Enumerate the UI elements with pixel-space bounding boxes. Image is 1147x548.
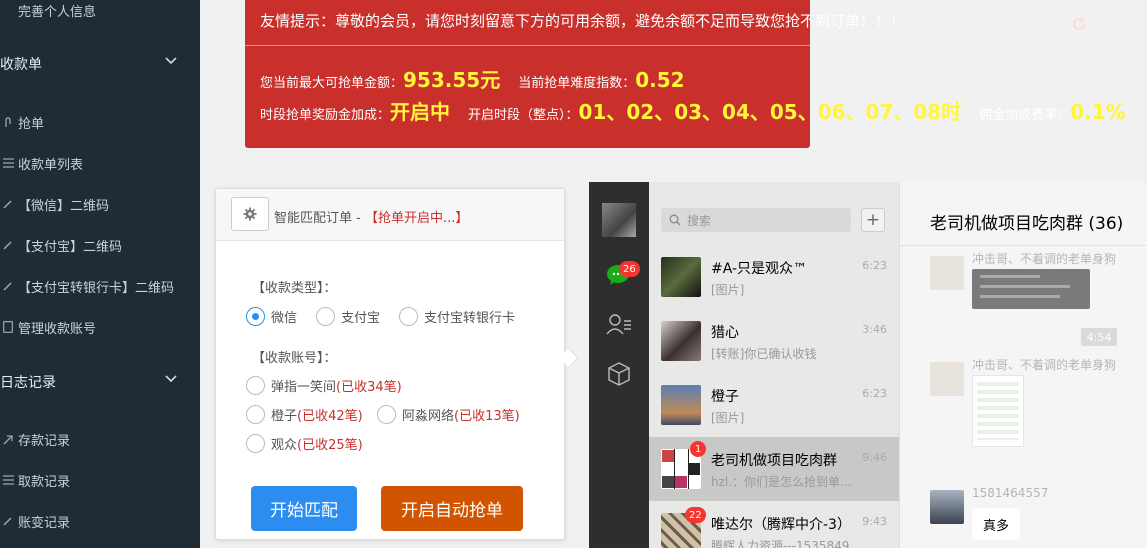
sidebar-item-balance-log[interactable]: 账变记录 xyxy=(0,512,200,531)
conversation-avatar xyxy=(661,321,701,361)
contacts-icon[interactable] xyxy=(606,313,632,335)
conversation-item-selected[interactable]: 1 老司机做项目吃肉群 9:46 hzl.：你们是怎么抢到单... xyxy=(649,437,899,501)
hand-icon xyxy=(2,115,14,129)
auto-grab-button[interactable]: 开启自动抢单 xyxy=(381,486,523,531)
max-amount-value: 953.55元 xyxy=(403,68,501,92)
conversation-item[interactable]: 猎心 3:46 [转账]你已确认收钱 xyxy=(649,309,899,373)
stats-line-1: 您当前最大可抢单金额：953.55元 当前抢单难度指数：0.52 xyxy=(260,68,685,92)
add-chat-button[interactable]: + xyxy=(861,208,885,232)
payment-type-label: 【收款类型】： xyxy=(252,281,337,296)
chat-window-screenshot: 26 搜索 + #A-只是观众™ 6:23 [图片] 猎心 3:46 [转账]你… xyxy=(589,182,1147,548)
radio-unchecked xyxy=(399,307,418,326)
user-avatar xyxy=(602,203,636,237)
conversation-list: 搜索 + #A-只是观众™ 6:23 [图片] 猎心 3:46 [转账]你已确认… xyxy=(649,182,899,548)
period-value: 01、02、03、04、05、06、07、08时 xyxy=(578,100,962,124)
gear-icon xyxy=(243,207,257,221)
arrow-up-right-icon xyxy=(2,432,14,446)
sidebar-section-orders[interactable]: 收款单 xyxy=(0,55,200,73)
radio-unchecked xyxy=(246,405,265,424)
warning-text: 友情提示：尊敬的会员，请您时刻留意下方的可用余额，避免余额不足而导致您抢不到订单… xyxy=(260,12,906,30)
sidebar-section-logs[interactable]: 日志记录 xyxy=(0,373,200,391)
sender-avatar xyxy=(930,362,964,396)
divider xyxy=(245,45,810,46)
conversation-avatar xyxy=(661,385,701,425)
start-match-button[interactable]: 开始匹配 xyxy=(251,486,357,531)
list-icon xyxy=(2,156,14,170)
account-radio-4[interactable]: 观众 (已收25笔) xyxy=(246,434,363,453)
refresh-icon[interactable] xyxy=(1071,16,1087,32)
account-radio-3[interactable]: 阿淼网络 (已收13笔) xyxy=(377,405,520,424)
difficulty-value: 0.52 xyxy=(635,68,685,92)
panel-pointer xyxy=(559,348,579,368)
sidebar-item-grab[interactable]: 抢单 xyxy=(0,113,200,132)
sidebar-item-alipay-bank-qr[interactable]: 【支付宝转银行卡】二维码 xyxy=(0,277,200,296)
sidebar-item-wechat-qr[interactable]: 【微信】二维码 xyxy=(0,195,200,214)
conversation-item[interactable]: 橙子 6:23 [图片] xyxy=(649,373,899,437)
sidebar-item-manage-accounts[interactable]: 管理收款账号 xyxy=(0,318,200,337)
conversation-title: 老司机做项目吃肉群 (36) xyxy=(930,214,1124,234)
sidebar-item-alipay-qr[interactable]: 【支付宝】二维码 xyxy=(0,236,200,255)
radio-unchecked xyxy=(246,376,265,395)
type-radio-alipay[interactable]: 支付宝 xyxy=(316,307,380,326)
grab-status: 【抢单开启中...】 xyxy=(364,211,469,226)
search-icon xyxy=(669,214,681,226)
conversation-pane: 老司机做项目吃肉群 (36) 冲击哥、不着调的老单身狗 4:54 冲击哥、不着调… xyxy=(899,182,1147,548)
unread-badge: 22 xyxy=(685,507,706,523)
text-message[interactable]: 真多 xyxy=(972,508,1020,540)
pencil-icon xyxy=(2,279,14,293)
radio-unchecked xyxy=(316,307,335,326)
radio-checked xyxy=(246,307,265,326)
settings-button[interactable] xyxy=(231,197,269,231)
balance-notice-banner: 友情提示：尊敬的会员，请您时刻留意下方的可用余额，避免余额不足而导致您抢不到订单… xyxy=(245,0,1126,148)
radio-unchecked xyxy=(246,434,265,453)
sidebar-item-withdraw-log[interactable]: 取款记录 xyxy=(0,471,200,490)
smart-match-panel: 智能匹配订单 - 【抢单开启中...】 【收款类型】： 微信 支付宝 支付宝转银… xyxy=(215,188,579,540)
unread-badge: 1 xyxy=(690,441,706,457)
pencil-icon xyxy=(2,514,14,528)
stats-line-2: 时段抢单奖励金加成：开启中 开启时段（整点）：01、02、03、04、05、06、… xyxy=(260,100,1126,124)
chevron-down-icon xyxy=(165,375,177,383)
cube-icon[interactable] xyxy=(607,362,631,386)
sidebar-item-order-list[interactable]: 收款单列表 xyxy=(0,154,200,173)
pencil-icon xyxy=(2,238,14,252)
list-icon xyxy=(2,473,14,487)
chevron-down-icon xyxy=(165,57,177,65)
chat-sidebar-rail: 26 xyxy=(589,182,649,548)
radio-unchecked xyxy=(377,405,396,424)
image-message[interactable] xyxy=(972,375,1024,447)
message-time: 4:54 xyxy=(1081,328,1117,346)
conversation-item[interactable]: #A-只是观众™ 6:23 [图片] xyxy=(649,245,899,309)
pencil-icon xyxy=(2,197,14,211)
panel-title: 智能匹配订单 - 【抢单开启中...】 xyxy=(274,211,469,226)
conversation-avatar xyxy=(661,257,701,297)
sidebar-item-deposit-log[interactable]: 存款记录 xyxy=(0,430,200,449)
commission-value: 0.1% xyxy=(1070,100,1126,124)
document-icon xyxy=(2,320,14,334)
type-radio-alipay-bank[interactable]: 支付宝转银行卡 xyxy=(399,307,515,326)
sidebar: 完善个人信息 收款单 抢单 收款单列表 【微信】二维码 【支付宝】二维码 【支付… xyxy=(0,0,200,548)
image-message[interactable] xyxy=(972,269,1090,309)
conversation-item[interactable]: 22 唯达尔（腾辉中介-3） 9:43 腾辉人力资源---1535849 xyxy=(649,501,899,548)
account-radio-1[interactable]: 弹指一笑间 (已收34笔) xyxy=(246,376,402,395)
sender-avatar xyxy=(930,490,964,524)
divider xyxy=(900,245,1147,246)
sidebar-item-profile[interactable]: 完善个人信息 xyxy=(0,1,200,20)
unread-count-badge: 26 xyxy=(619,261,640,277)
account-radio-2[interactable]: 橙子 (已收42笔) xyxy=(246,405,363,424)
type-radio-wechat[interactable]: 微信 xyxy=(246,307,297,326)
panel-header: 智能匹配订单 - 【抢单开启中...】 xyxy=(216,189,564,241)
account-label: 【收款账号】： xyxy=(252,351,337,366)
bonus-status-value: 开启中 xyxy=(390,100,451,124)
sender-avatar xyxy=(930,256,964,290)
search-input[interactable]: 搜索 xyxy=(661,208,851,232)
